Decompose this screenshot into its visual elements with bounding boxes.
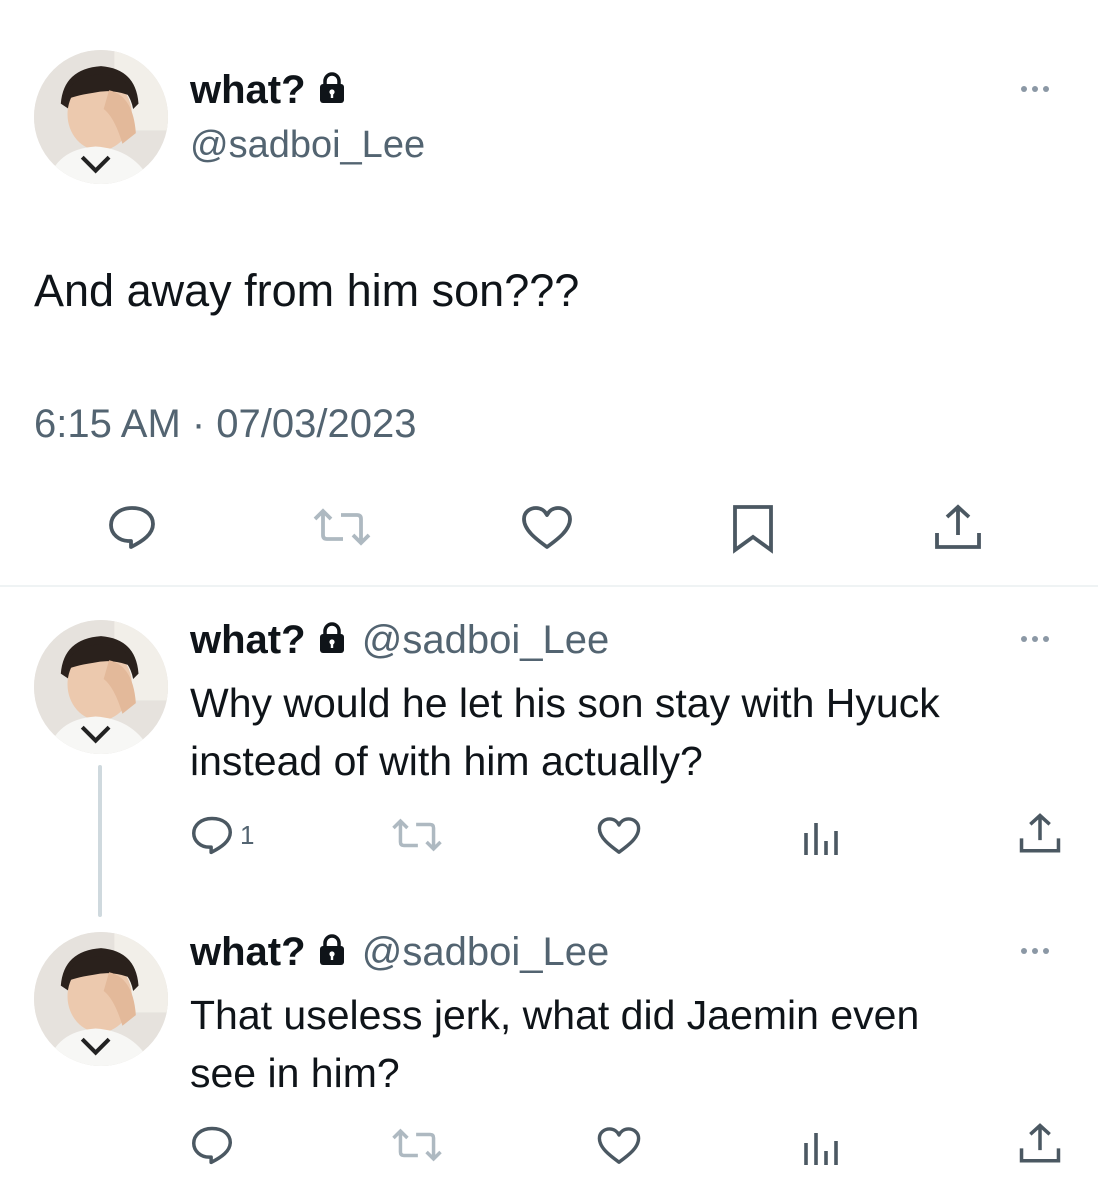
bookmark-button[interactable] bbox=[731, 504, 775, 554]
like-icon bbox=[522, 506, 572, 549]
avatar-image bbox=[34, 50, 168, 184]
tweet-text: And away from him son??? bbox=[34, 265, 580, 316]
share-button[interactable] bbox=[1018, 812, 1062, 856]
reply-text-line: instead of with him actually? bbox=[190, 738, 703, 784]
share-button[interactable] bbox=[933, 503, 983, 553]
retweet-button[interactable] bbox=[311, 507, 373, 547]
retweet-button[interactable] bbox=[390, 1127, 444, 1163]
reply-count: 1 bbox=[240, 819, 255, 850]
like-button[interactable] bbox=[520, 505, 574, 551]
share-icon bbox=[1019, 813, 1061, 853]
avatar[interactable] bbox=[34, 50, 168, 184]
handle[interactable]: @sadboi_Lee bbox=[362, 618, 609, 662]
retweet-icon bbox=[392, 818, 442, 852]
lock-icon bbox=[317, 618, 347, 666]
views-button[interactable] bbox=[801, 1125, 841, 1167]
more-options-icon[interactable] bbox=[1021, 636, 1049, 642]
reply-button[interactable]: 1 bbox=[190, 815, 254, 855]
bookmark-icon bbox=[733, 505, 773, 554]
like-icon bbox=[597, 1127, 641, 1164]
retweet-button[interactable] bbox=[390, 817, 444, 853]
share-icon bbox=[935, 504, 981, 549]
avatar[interactable] bbox=[34, 620, 168, 754]
handle[interactable]: @sadboi_Lee bbox=[362, 930, 609, 974]
lock-icon bbox=[317, 68, 347, 116]
display-name[interactable]: what? bbox=[190, 930, 306, 974]
reply-icon bbox=[192, 816, 232, 855]
more-options-icon[interactable] bbox=[1021, 948, 1049, 954]
reply-text-line: Why would he let his son stay with Hyuck bbox=[190, 680, 940, 726]
lock-icon bbox=[317, 930, 347, 978]
like-button[interactable] bbox=[596, 816, 642, 856]
divider bbox=[0, 585, 1098, 587]
display-name-text: what? bbox=[190, 68, 306, 112]
reply-icon bbox=[192, 1126, 232, 1165]
avatar-image bbox=[34, 620, 168, 754]
views-icon bbox=[804, 1133, 838, 1165]
reply-button[interactable] bbox=[190, 1125, 240, 1165]
avatar[interactable] bbox=[34, 932, 168, 1066]
more-options-icon[interactable] bbox=[1021, 86, 1049, 92]
retweet-icon bbox=[392, 1128, 442, 1162]
retweet-icon bbox=[313, 508, 371, 546]
views-button[interactable] bbox=[801, 815, 841, 857]
like-button[interactable] bbox=[596, 1126, 642, 1166]
reply-text-line: see in him? bbox=[190, 1050, 400, 1096]
share-icon bbox=[1019, 1123, 1061, 1163]
reply-text-line: That useless jerk, what did Jaemin even bbox=[190, 992, 920, 1038]
avatar-image bbox=[34, 932, 168, 1066]
thread-connector bbox=[98, 765, 102, 917]
share-button[interactable] bbox=[1018, 1122, 1062, 1166]
handle[interactable]: @sadboi_Lee bbox=[190, 122, 425, 168]
display-name[interactable]: what? bbox=[190, 66, 347, 116]
reply-header: what? @sadboi_Lee bbox=[190, 616, 609, 666]
reply-header: what? @sadboi_Lee bbox=[190, 928, 609, 978]
display-name[interactable]: what? bbox=[190, 618, 306, 662]
tweet-timestamp[interactable]: 6:15 AM · 07/03/2023 bbox=[34, 400, 417, 448]
reply-icon bbox=[109, 506, 155, 549]
views-icon bbox=[804, 823, 838, 855]
reply-button[interactable] bbox=[107, 504, 157, 550]
like-icon bbox=[597, 817, 641, 854]
